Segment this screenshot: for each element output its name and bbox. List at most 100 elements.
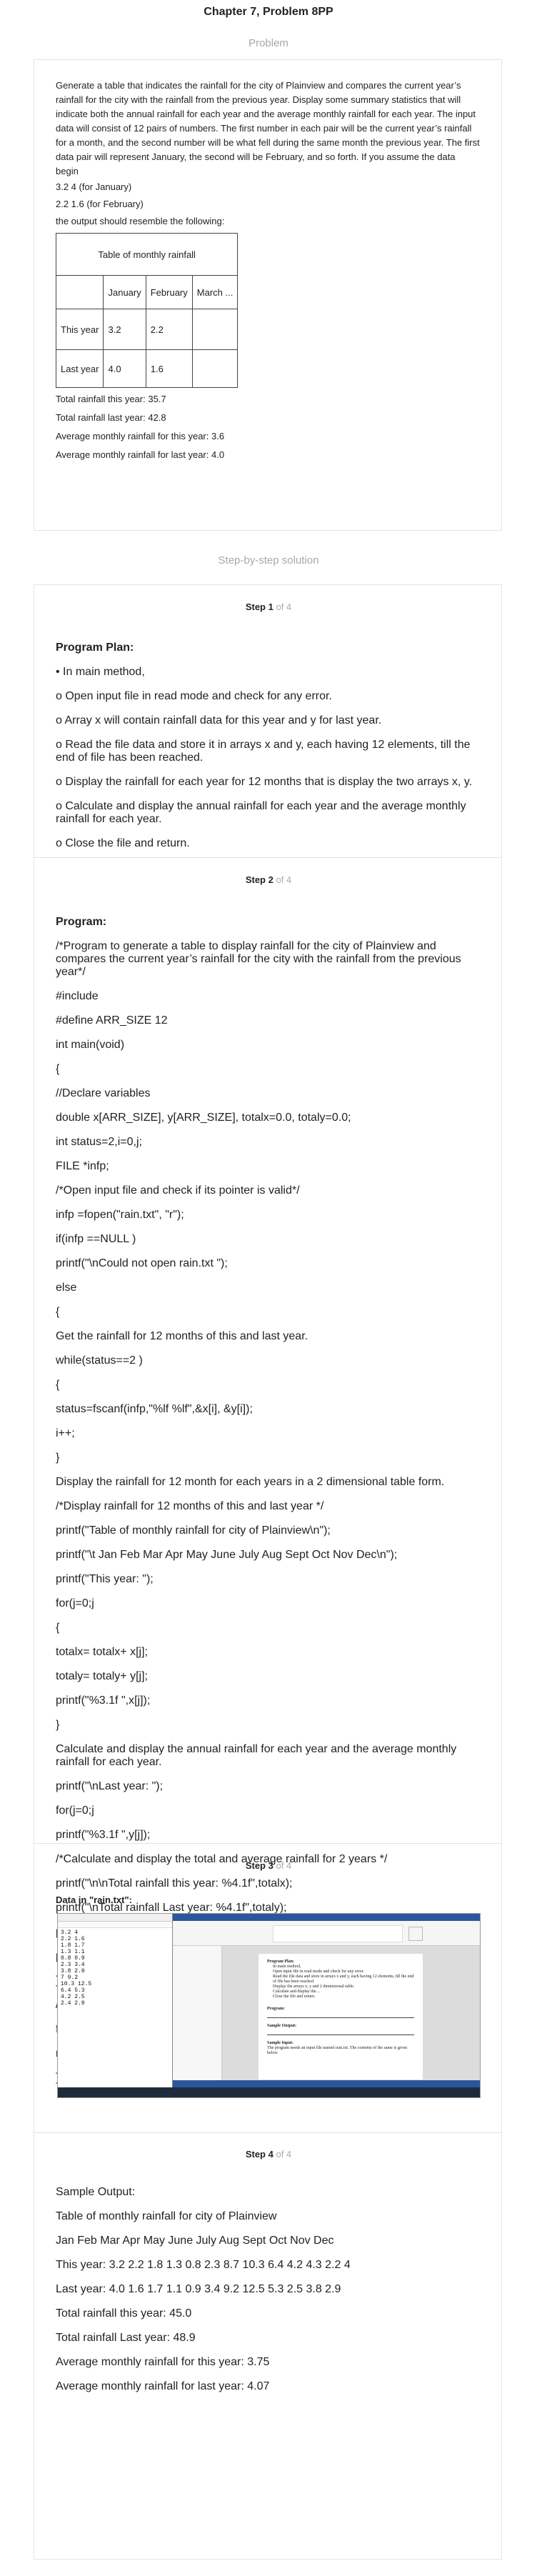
- notepad-line: 0.8 0.9: [61, 1955, 85, 1962]
- step-divider: [34, 1843, 502, 1844]
- output-line: Average monthly rainfall for this year: …: [56, 2356, 270, 2368]
- summary-line: Average monthly rainfall for this year: …: [56, 431, 225, 441]
- doc-line: In main method,: [273, 1965, 301, 1969]
- code-line: printf("This year: ");: [56, 1573, 154, 1585]
- notepad-line: 3.2 4: [61, 1929, 79, 1936]
- plan-line: o Calculate and display the annual rainf…: [56, 800, 466, 825]
- output-line: This year: 3.2 2.2 1.8 1.3 0.8 2.3 8.7 1…: [56, 2259, 351, 2271]
- step-4-header: Step 4 of 4: [245, 2149, 292, 2160]
- doc-section: Program:: [267, 2007, 285, 2011]
- output-line: Jan Feb Mar Apr May June July Aug Sept O…: [56, 2235, 334, 2247]
- doc-note: The program needs an input file named ra…: [267, 2046, 408, 2055]
- step-heading: Program:: [56, 916, 107, 928]
- doc-line: Close the file and return.: [273, 1995, 316, 1999]
- output-line: Average monthly rainfall for last year: …: [56, 2380, 270, 2392]
- code-line: printf("\nCould not open rain.txt ");: [56, 1257, 228, 1269]
- code-line: totaly= totaly+ y[j];: [56, 1670, 148, 1682]
- table-header: [55, 275, 104, 309]
- step-3-header: Step 3 of 4: [245, 1860, 292, 1871]
- table-cell: 3.2: [103, 309, 146, 350]
- doc-section: Sample Output:: [267, 2024, 297, 2028]
- document-page: Program Plan: In main method, Open input …: [259, 1954, 423, 2080]
- code-line: #include: [56, 990, 99, 1002]
- code-line: FILE *infp;: [56, 1160, 109, 1172]
- code-line: printf("\nLast year: ");: [56, 1780, 164, 1792]
- problem-line: 3.2 4 (for January): [56, 181, 132, 192]
- notepad-line: 1.8 1.7: [61, 1942, 85, 1949]
- table-cell: [191, 309, 239, 350]
- plan-line: o Open input file in read mode and check…: [56, 690, 332, 702]
- plan-line: o Display the rainfall for each year for…: [56, 776, 473, 788]
- code-line: totalx= totalx+ x[j];: [56, 1646, 148, 1658]
- step-3-heading: Data in "rain.txt":: [56, 1894, 132, 1905]
- step-1-header: Step 1 of 4: [245, 601, 292, 612]
- problem-paragraph: Generate a table that indicates the rain…: [56, 80, 480, 176]
- table-cell: 2.2: [145, 309, 193, 350]
- step-divider: [34, 2132, 502, 2133]
- code-line: {: [56, 1379, 60, 1391]
- notepad-line: 2.4 2.9: [61, 2000, 85, 2007]
- code-line: {: [56, 1063, 60, 1075]
- summary-line: Average monthly rainfall for last year: …: [56, 449, 225, 460]
- step-heading: Program Plan:: [56, 641, 134, 654]
- output-line: Table of monthly rainfall for city of Pl…: [56, 2210, 277, 2222]
- doc-line: Read the file data and store in arrays x…: [273, 1975, 414, 1984]
- code-line: if(infp ==NULL ): [56, 1233, 136, 1245]
- table-header: February: [145, 275, 193, 309]
- problem-panel: Generate a table that indicates the rain…: [34, 59, 502, 531]
- code-line: for(j=0;j: [56, 1804, 94, 1817]
- table-cell: [191, 349, 239, 388]
- code-line: status=fscanf(infp,"%lf %lf",&x[i], &y[i…: [56, 1403, 253, 1415]
- code-line: Get the rainfall for 12 months of this a…: [56, 1330, 308, 1342]
- table-title: Table of monthly rainfall: [55, 233, 239, 276]
- doc-title: Program Plan:: [267, 1960, 295, 1964]
- code-line: double x[ARR_SIZE], y[ARR_SIZE], totalx=…: [56, 1112, 351, 1124]
- code-line: infp =fopen("rain.txt", "r");: [56, 1209, 184, 1221]
- plan-line: • In main method,: [56, 666, 145, 678]
- rainfall-table: Table of monthly rainfall January Februa…: [55, 233, 239, 388]
- output-line: Last year: 4.0 1.6 1.7 1.1 0.9 3.4 9.2 1…: [56, 2283, 341, 2295]
- code-line: int status=2,i=0,j;: [56, 1136, 142, 1148]
- notepad-line: 1.3 1.1: [61, 1949, 85, 1955]
- doc-line: Open input file in read mode and check f…: [273, 1970, 364, 1974]
- problem-line: the output should resemble the following…: [56, 216, 225, 226]
- code-line: #define ARR_SIZE 12: [56, 1014, 168, 1027]
- step-1-body: Program Plan: • In main method, o Open in…: [56, 630, 484, 862]
- notepad-line: 10.3 12.5: [61, 1981, 92, 1987]
- notepad-line: 2.3 3.4: [61, 1962, 85, 1968]
- summary-line: Total rainfall last year: 42.8: [56, 412, 166, 423]
- code-line: printf("%3.1f ",y[j]);: [56, 1829, 151, 1841]
- output-line: Total rainfall this year: 45.0: [56, 2307, 192, 2320]
- code-line: for(j=0;j: [56, 1597, 94, 1609]
- code-line: printf("%3.1f ",x[j]);: [56, 1694, 151, 1707]
- code-line: else: [56, 1282, 77, 1294]
- word-window: Program Plan: In main method, Open input …: [173, 1914, 480, 2087]
- summary-line: Total rainfall this year: 35.7: [56, 394, 166, 404]
- code-line: int main(void): [56, 1039, 125, 1051]
- notepad-window: 3.2 4 2.2 1.6 1.8 1.7 1.3 1.1 0.8 0.9 2.3 3.4…: [58, 1914, 173, 2087]
- step-2-header: Step 2 of 4: [245, 874, 292, 885]
- taskbar: [58, 2087, 480, 2097]
- table-cell: Last year: [55, 349, 104, 388]
- step-divider: [34, 857, 502, 858]
- doc-line: Calculate and display the…: [273, 1990, 321, 1994]
- page-title: Chapter 7, Problem 8PP: [204, 6, 333, 18]
- code-line: printf("\t Jan Feb Mar Apr May June July…: [56, 1549, 398, 1561]
- code-line: }: [56, 1452, 60, 1464]
- code-line: while(status==2 ): [56, 1354, 143, 1367]
- plan-line: o Read the file data and store it in arr…: [56, 739, 471, 764]
- output-line: Total rainfall Last year: 48.9: [56, 2332, 196, 2344]
- plan-line: o Close the file and return.: [56, 837, 190, 849]
- code-line: /*Display rainfall for 12 months of this…: [56, 1500, 324, 1512]
- problem-line: 2.2 1.6 (for February): [56, 199, 144, 209]
- table-cell: This year: [55, 309, 104, 350]
- notepad-line: 7 9.2: [61, 1975, 79, 1981]
- table-cell: 1.6: [145, 349, 193, 388]
- code-line: i++;: [56, 1427, 75, 1439]
- table-cell: 4.0: [103, 349, 146, 388]
- code-line: Calculate and display the annual rainfal…: [56, 1743, 457, 1768]
- notepad-line: 4.2 2.5: [61, 1994, 85, 2000]
- solution-label: Step-by-step solution: [218, 554, 319, 566]
- doc-section: Sample Input:: [267, 2041, 293, 2045]
- code-line: Display the rainfall for 12 month for ea…: [56, 1476, 445, 1488]
